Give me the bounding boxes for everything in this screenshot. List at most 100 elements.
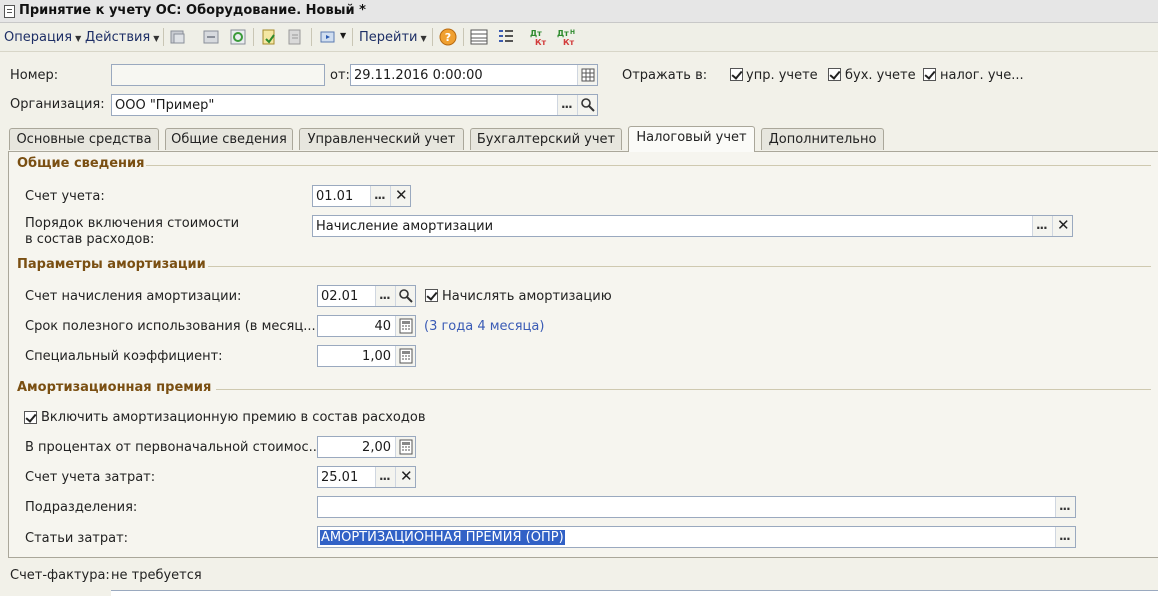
section-general-title: Общие сведения	[17, 156, 145, 171]
account-label: Счет учета:	[25, 189, 105, 204]
document-icon	[4, 5, 15, 18]
premium-percent-field[interactable]: 2,00	[317, 436, 416, 458]
ellipsis-icon: ...	[1059, 499, 1071, 513]
expense-order-label-line2: в состав расходов:	[25, 232, 155, 247]
expense-order-field[interactable]: Начисление амортизации ... ✕	[312, 215, 1073, 237]
account-select-button[interactable]: ...	[370, 186, 390, 206]
toolbar-separator	[253, 28, 254, 46]
organization-label: Организация:	[10, 97, 105, 112]
depreciation-account-field[interactable]: 02.01 ...	[317, 285, 416, 307]
section-divider	[216, 389, 1151, 390]
date-value: 29.11.2016 0:00:00	[354, 68, 483, 83]
calculator-icon	[399, 348, 413, 364]
tab-fixed-assets-label: Основные средства	[16, 132, 152, 147]
unpost-document-icon[interactable]	[285, 27, 305, 47]
organization-field[interactable]: ООО "Пример" ...	[111, 94, 598, 116]
division-field[interactable]: ...	[317, 496, 1076, 518]
chevron-down-icon: ▼	[153, 34, 160, 43]
chevron-down-icon: ▼	[420, 34, 427, 43]
chevron-down-icon[interactable]: ▼	[340, 31, 346, 40]
help-icon[interactable]: ?	[438, 27, 458, 47]
svg-text:Кт: Кт	[535, 38, 547, 47]
svg-text:Н: Н	[570, 29, 575, 36]
close-icon: ✕	[1057, 216, 1070, 234]
cost-account-select-button[interactable]: ...	[375, 467, 395, 487]
cost-account-clear-button[interactable]: ✕	[395, 467, 415, 487]
premium-percent-label: В процентах от первоначальной стоимос...	[25, 440, 322, 455]
print-icon[interactable]	[318, 27, 338, 47]
date-field[interactable]: 29.11.2016 0:00:00	[350, 64, 598, 86]
depreciation-account-open-button[interactable]	[395, 286, 415, 306]
dt-kt-icon[interactable]: ДтКт	[528, 27, 548, 47]
useful-life-label: Срок полезного использования (в месяц...	[25, 319, 316, 334]
close-icon: ✕	[395, 186, 408, 204]
edit-icon[interactable]	[201, 27, 221, 47]
organization-select-button[interactable]: ...	[557, 95, 577, 115]
special-coef-calc-button[interactable]	[395, 346, 415, 366]
structure-icon[interactable]	[496, 27, 516, 47]
invoice-label: Счет-фактура:	[10, 568, 110, 583]
tab-management-accounting[interactable]: Управленческий учет	[299, 128, 464, 150]
actions-menu[interactable]: Действия ▼	[85, 30, 159, 45]
post-document-icon[interactable]	[259, 27, 279, 47]
organization-open-button[interactable]	[577, 95, 597, 115]
useful-life-calc-button[interactable]	[395, 316, 415, 336]
window-title: Принятие к учету ОС: Оборудование. Новый…	[19, 3, 366, 18]
expense-order-select-button[interactable]: ...	[1032, 216, 1052, 236]
goto-menu-label: Перейти	[359, 30, 418, 45]
refresh-icon[interactable]	[228, 27, 248, 47]
goto-menu[interactable]: Перейти ▼	[359, 30, 427, 45]
actions-menu-label: Действия	[85, 30, 151, 45]
organization-value: ООО "Пример"	[115, 98, 215, 113]
tab-additional[interactable]: Дополнительно	[761, 128, 884, 150]
ellipsis-icon: ...	[1059, 529, 1071, 543]
mgmt-accounting-checkbox[interactable]	[730, 68, 743, 81]
chevron-down-icon: ▼	[75, 34, 82, 43]
account-clear-button[interactable]: ✕	[390, 186, 410, 206]
table-icon[interactable]	[469, 27, 489, 47]
special-coef-field[interactable]: 1,00	[317, 345, 416, 367]
cost-account-field[interactable]: 25.01 ... ✕	[317, 466, 416, 488]
useful-life-hint: (3 года 4 месяца)	[424, 319, 545, 334]
number-field[interactable]	[111, 64, 325, 86]
expense-order-label-line1: Порядок включения стоимости	[25, 216, 240, 231]
copy-icon[interactable]	[168, 27, 188, 47]
tax-accounting-checkbox[interactable]	[923, 68, 936, 81]
title-bar: Принятие к учету ОС: Оборудование. Новый…	[0, 0, 1158, 23]
bookkeeping-checkbox[interactable]	[828, 68, 841, 81]
dt-kt-tax-icon[interactable]: Дт Н Кт	[556, 27, 576, 47]
include-premium-checkbox[interactable]	[24, 411, 37, 424]
premium-percent-calc-button[interactable]	[395, 437, 415, 457]
section-divider	[146, 165, 1151, 166]
tax-accounting-label: налог. уче...	[940, 68, 1024, 83]
ellipsis-icon: ...	[1036, 218, 1048, 232]
accrue-depreciation-checkbox[interactable]	[425, 289, 438, 302]
special-coef-label: Специальный коэффициент:	[25, 349, 223, 364]
tab-tax-accounting[interactable]: Налоговый учет	[628, 126, 755, 152]
cost-item-select-button[interactable]: ...	[1055, 527, 1075, 547]
comment-field[interactable]	[111, 590, 1158, 596]
useful-life-field[interactable]: 40	[317, 315, 416, 337]
premium-percent-value: 2,00	[362, 440, 391, 455]
operation-menu[interactable]: Операция ▼	[4, 30, 81, 45]
division-select-button[interactable]: ...	[1055, 497, 1075, 517]
account-value: 01.01	[316, 189, 354, 204]
invoice-value[interactable]: не требуется	[111, 568, 202, 583]
tab-fixed-assets[interactable]: Основные средства	[9, 128, 159, 150]
division-label: Подразделения:	[25, 500, 138, 515]
calendar-button[interactable]	[577, 65, 597, 85]
tab-management-accounting-label: Управленческий учет	[307, 132, 456, 147]
toolbar: Операция ▼ Действия ▼ ▼ Перейти ▼ ? Дт Кт Дт…	[0, 23, 1158, 52]
tab-general-info[interactable]: Общие сведения	[165, 128, 293, 150]
accrue-depreciation-label: Начислять амортизацию	[442, 289, 612, 304]
cost-item-field[interactable]: АМОРТИЗАЦИОННАЯ ПРЕМИЯ (ОПР) ...	[317, 526, 1076, 548]
account-field[interactable]: 01.01 ... ✕	[312, 185, 411, 207]
toolbar-separator	[463, 28, 464, 46]
date-label: от:	[330, 68, 350, 83]
tab-general-info-label: Общие сведения	[171, 132, 287, 147]
expense-order-value: Начисление амортизации	[316, 219, 494, 234]
expense-order-clear-button[interactable]: ✕	[1052, 216, 1072, 236]
depreciation-account-select-button[interactable]: ...	[375, 286, 395, 306]
tab-bookkeeping[interactable]: Бухгалтерский учет	[470, 128, 622, 150]
calculator-icon	[399, 439, 413, 455]
